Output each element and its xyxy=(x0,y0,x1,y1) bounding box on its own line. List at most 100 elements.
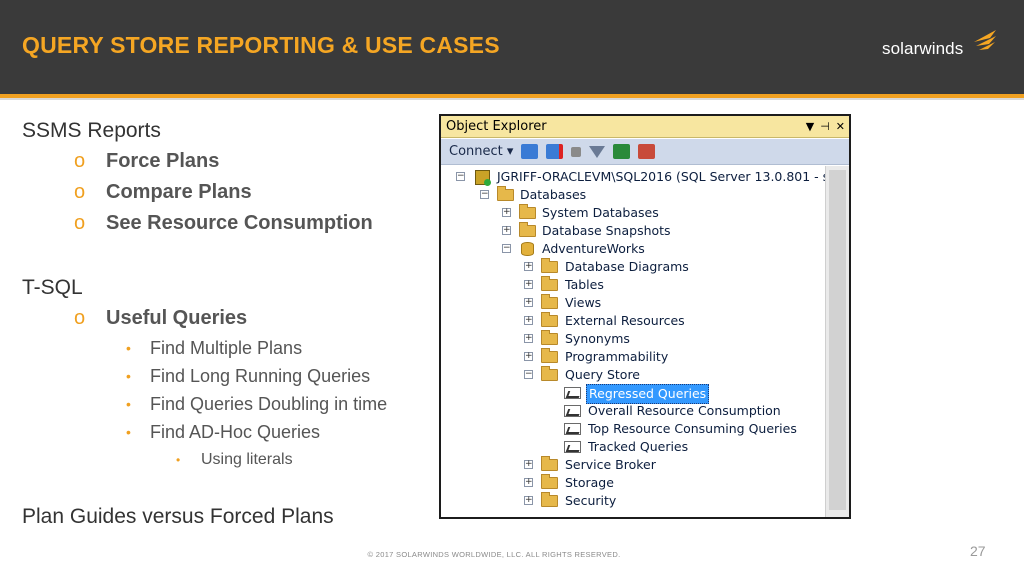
tree-node-tracked-queries[interactable]: Tracked Queries xyxy=(441,438,825,456)
tree-node-external-resources[interactable]: + External Resources xyxy=(441,312,825,330)
tree-node-synonyms[interactable]: + Synonyms xyxy=(441,330,825,348)
pin-icon[interactable]: ⊣ xyxy=(820,116,830,138)
object-explorer-toolbar: Connect ▾ xyxy=(441,139,849,165)
tree-node-security[interactable]: + Security xyxy=(441,492,825,510)
bullet-find-multiple-plans: • Find Multiple Plans xyxy=(22,334,432,362)
bullet-using-literals: • Using literals xyxy=(22,446,432,474)
vertical-scrollbar[interactable] xyxy=(825,166,849,517)
tree-node-database-diagrams[interactable]: + Database Diagrams xyxy=(441,258,825,276)
bullet-text: Force Plans xyxy=(106,150,220,172)
bullet-find-doubling: • Find Queries Doubling in time xyxy=(22,390,432,418)
close-icon[interactable]: ✕ xyxy=(836,116,845,138)
tree-node-top-resource-consuming[interactable]: Top Resource Consuming Queries xyxy=(441,420,825,438)
bullet-marker: • xyxy=(126,368,131,384)
bullet-text: Compare Plans xyxy=(106,181,252,203)
dropdown-icon[interactable]: ▼ xyxy=(806,116,814,138)
tree-node-label: Storage xyxy=(565,475,614,490)
logo-text: solarwinds xyxy=(882,39,964,58)
bullet-text: Find Queries Doubling in time xyxy=(150,394,388,414)
slide-header: QUERY STORE REPORTING & USE CASES solarw… xyxy=(0,0,1024,94)
bullet-resource-consumption: o See Resource Consumption xyxy=(22,208,432,239)
folder-icon xyxy=(497,186,514,201)
refresh-icon[interactable] xyxy=(613,144,631,159)
folder-icon xyxy=(541,276,558,291)
tree-node-label: Views xyxy=(565,295,602,310)
stop-icon[interactable] xyxy=(571,146,582,157)
tree-node-label: System Databases xyxy=(542,205,659,220)
expand-icon[interactable]: + xyxy=(524,298,533,307)
collapse-icon[interactable]: − xyxy=(524,370,533,379)
folder-icon xyxy=(541,312,558,327)
bullet-compare-plans: o Compare Plans xyxy=(22,177,432,208)
folder-icon xyxy=(541,492,558,507)
folder-icon xyxy=(519,222,536,237)
object-explorer-title-bar: Object Explorer ▼ ⊣ ✕ xyxy=(441,116,849,138)
folder-icon xyxy=(541,330,558,345)
expand-icon[interactable]: + xyxy=(524,262,533,271)
connect-button[interactable]: Connect ▾ xyxy=(449,144,513,159)
disconnect-server-icon[interactable] xyxy=(546,144,564,159)
expand-icon[interactable]: + xyxy=(524,316,533,325)
bullet-text: Find AD-Hoc Queries xyxy=(150,422,321,442)
expand-icon[interactable]: + xyxy=(524,496,533,505)
bullet-marker: • xyxy=(126,340,131,356)
expand-icon[interactable]: + xyxy=(524,334,533,343)
bullet-text: See Resource Consumption xyxy=(106,212,373,234)
bullet-text: Using literals xyxy=(201,451,293,468)
tree-node-label: Overall Resource Consumption xyxy=(588,403,781,418)
server-icon xyxy=(475,170,491,186)
collapse-icon[interactable]: − xyxy=(456,172,465,181)
tree-node-regressed-queries[interactable]: Regressed Queries xyxy=(441,384,825,404)
report-chart-icon xyxy=(564,423,581,435)
tree-node-service-broker[interactable]: + Service Broker xyxy=(441,456,825,474)
bullet-find-long-running: • Find Long Running Queries xyxy=(22,362,432,390)
filter-icon[interactable] xyxy=(589,145,606,158)
bullet-marker: • xyxy=(176,453,181,467)
object-explorer-panel: Object Explorer ▼ ⊣ ✕ Connect ▾ − JGRIFF… xyxy=(439,114,851,519)
expand-icon[interactable]: + xyxy=(524,460,533,469)
expand-icon[interactable]: + xyxy=(502,208,511,217)
tree-node-label: Top Resource Consuming Queries xyxy=(588,421,797,436)
tree-node-storage[interactable]: + Storage xyxy=(441,474,825,492)
tree-node-databases[interactable]: − Databases xyxy=(441,186,825,204)
folder-icon xyxy=(541,258,558,273)
tree-node-programmability[interactable]: + Programmability xyxy=(441,348,825,366)
scrollbar-thumb[interactable] xyxy=(829,170,846,510)
expand-icon[interactable]: + xyxy=(524,478,533,487)
tree-node-views[interactable]: + Views xyxy=(441,294,825,312)
database-icon xyxy=(521,242,534,256)
tree-node-adventureworks[interactable]: − AdventureWorks xyxy=(441,240,825,258)
report-chart-icon xyxy=(564,405,581,417)
tree-node-database-snapshots[interactable]: + Database Snapshots xyxy=(441,222,825,240)
expand-icon[interactable]: + xyxy=(502,226,511,235)
bullet-text: Find Multiple Plans xyxy=(150,338,303,358)
expand-icon[interactable]: + xyxy=(524,280,533,289)
bullet-marker: o xyxy=(74,150,86,172)
tree-node-tables[interactable]: + Tables xyxy=(441,276,825,294)
collapse-icon[interactable]: − xyxy=(502,244,511,253)
tree-node-server[interactable]: − JGRIFF-ORACLEVM\SQL2016 (SQL Server 13… xyxy=(441,168,829,186)
tree-node-label: JGRIFF-ORACLEVM\SQL2016 (SQL Server 13.0… xyxy=(497,169,830,184)
tree-node-label-selected: Regressed Queries xyxy=(586,384,710,404)
report-chart-icon xyxy=(564,441,581,453)
tree-node-label: Tables xyxy=(565,277,604,292)
bullet-marker: o xyxy=(74,307,86,329)
bullet-useful-queries: o Useful Queries xyxy=(22,303,432,334)
page-number: 27 xyxy=(970,543,986,559)
bullet-tsql: T-SQL xyxy=(22,276,83,299)
tree-node-query-store[interactable]: − Query Store xyxy=(441,366,825,384)
tree-node-label: Query Store xyxy=(565,367,640,382)
folder-icon xyxy=(519,204,536,219)
expand-icon[interactable]: + xyxy=(524,352,533,361)
bullet-text: Useful Queries xyxy=(106,307,248,329)
bullet-marker: • xyxy=(126,424,131,440)
report-chart-icon xyxy=(564,387,581,399)
tree-node-overall-resource-consumption[interactable]: Overall Resource Consumption xyxy=(441,402,825,420)
collapse-icon[interactable]: − xyxy=(480,190,489,199)
tree-node-label: Security xyxy=(565,493,617,508)
bullet-ssms-reports: SSMS Reports xyxy=(22,119,161,142)
tree-node-system-databases[interactable]: + System Databases xyxy=(441,204,825,222)
connect-server-icon[interactable] xyxy=(521,144,539,159)
activity-monitor-icon[interactable] xyxy=(638,144,656,159)
copyright-notice: © 2017 SOLARWINDS WORLDWIDE, LLC. ALL RI… xyxy=(367,550,621,559)
